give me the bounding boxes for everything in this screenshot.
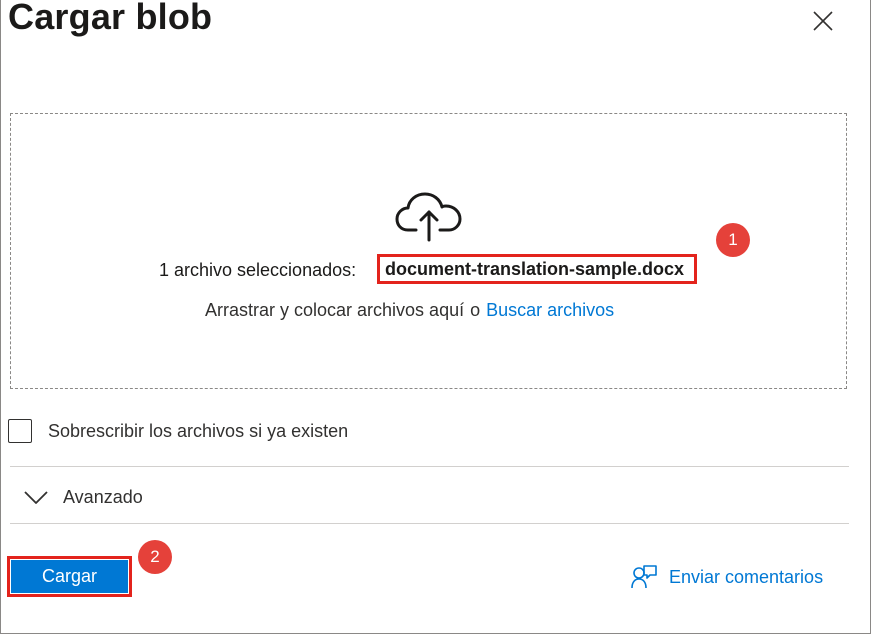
upload-blob-panel: Cargar blob 1 archivo seleccionados: doc… <box>0 0 871 634</box>
divider <box>10 523 849 524</box>
annotation-badge-1: 1 <box>716 223 750 257</box>
upload-button[interactable]: Cargar <box>11 560 128 593</box>
selected-file-name: document-translation-sample.docx <box>377 254 697 284</box>
overwrite-label: Sobrescribir los archivos si ya existen <box>48 420 349 441</box>
divider <box>10 466 849 467</box>
drag-drop-hint: Arrastrar y colocar archivos aquí o Buscar… <box>205 300 614 321</box>
panel-title: Cargar blob <box>8 0 213 37</box>
close-button[interactable] <box>811 9 835 33</box>
overwrite-checkbox[interactable] <box>8 419 32 443</box>
advanced-label: Avanzado <box>63 486 143 507</box>
annotation-badge-2: 2 <box>138 540 172 574</box>
selected-files-label: 1 archivo seleccionados: <box>159 260 357 280</box>
close-icon <box>813 11 833 31</box>
send-feedback-link[interactable]: Enviar comentarios <box>631 563 823 591</box>
selected-files-text: 1 archivo seleccionados: <box>159 260 356 281</box>
advanced-section-toggle[interactable]: Avanzado <box>23 484 143 510</box>
feedback-icon <box>631 565 657 589</box>
chevron-down-icon <box>24 491 48 504</box>
drag-drop-text: Arrastrar y colocar archivos aquí <box>205 300 465 320</box>
cloud-upload-icon <box>395 192 462 242</box>
browse-files-link[interactable]: Buscar archivos <box>486 300 614 320</box>
overwrite-option[interactable]: Sobrescribir los archivos si ya existen <box>8 417 348 445</box>
or-text: o <box>470 300 481 320</box>
feedback-label: Enviar comentarios <box>669 566 824 587</box>
